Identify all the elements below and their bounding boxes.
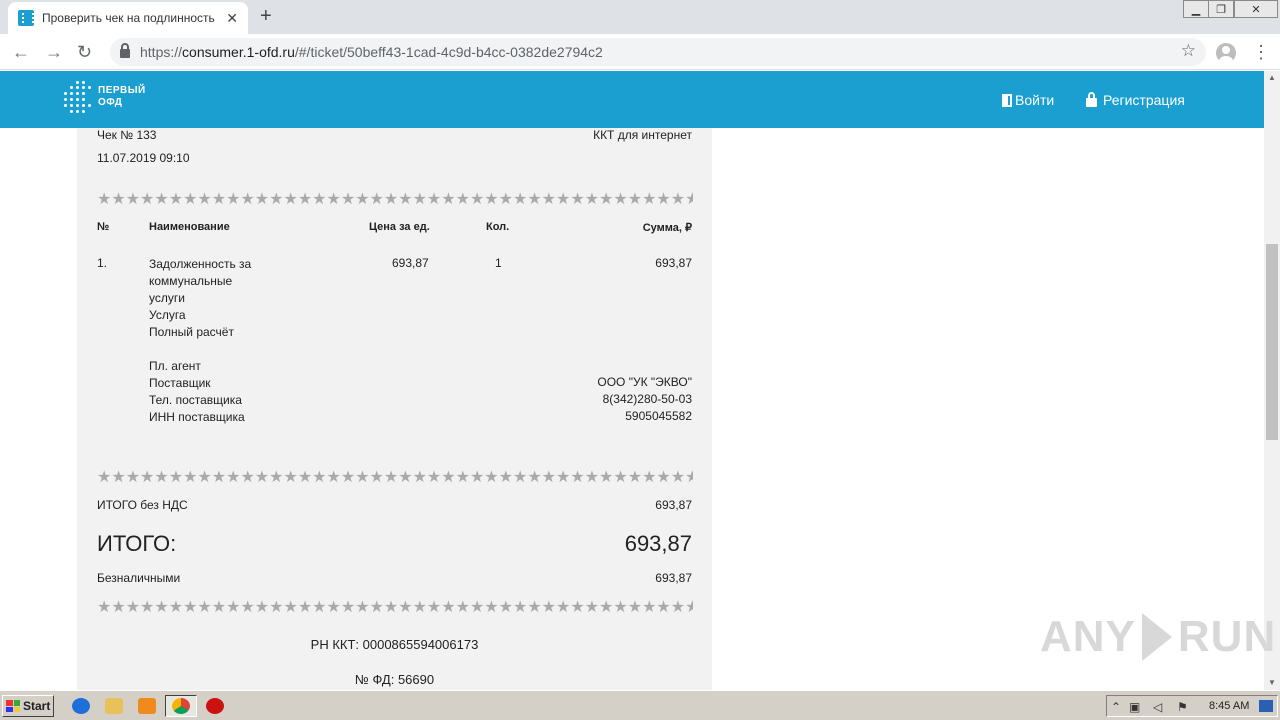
check-number: Чек № 133 <box>97 128 157 142</box>
clock[interactable]: 8:45 AM <box>1209 700 1249 712</box>
scroll-up-icon[interactable]: ▲ <box>1264 71 1280 85</box>
browser-tab[interactable]: Проверить чек на подлинность он ✕ <box>8 2 248 34</box>
site-header: ПЕРВЫЙ ОФД Войти Регистрация <box>0 71 1264 128</box>
tray-expand-icon[interactable]: ⌃ <box>1111 700 1121 714</box>
item-type: Услуга <box>149 308 186 322</box>
item-payment-method: Полный расчёт <box>149 325 234 339</box>
page-scrollbar[interactable]: ▲ ▼ <box>1264 71 1280 690</box>
separator-stars: ★★★★★★★★★★★★★★★★★★★★★★★★★★★★★★★★★★★★★★★★… <box>97 470 693 486</box>
total-value: 693,87 <box>624 531 692 556</box>
kkt-type: ККТ для интернет <box>593 128 692 142</box>
rn-kkt: РН ККТ: 0000865594006173 <box>310 637 479 652</box>
door-icon <box>1002 93 1012 107</box>
register-link[interactable]: Регистрация <box>1086 91 1185 108</box>
padlock-icon <box>1086 91 1097 107</box>
supplier-value: ООО "УК "ЭКВО" <box>597 375 692 389</box>
supplier-phone-value: 8(342)280-50-03 <box>602 392 692 406</box>
item-price: 693,87 <box>392 256 429 270</box>
total-no-vat-value: 693,87 <box>655 498 692 512</box>
site-logo[interactable]: ПЕРВЫЙ ОФД <box>62 80 146 114</box>
flag-icon[interactable]: ⚑ <box>1177 700 1188 714</box>
total-no-vat-label: ИТОГО без НДС <box>97 498 188 512</box>
url-text: https://consumer.1-ofd.ru/#/ticket/50bef… <box>140 44 603 60</box>
separator-stars: ★★★★★★★★★★★★★★★★★★★★★★★★★★★★★★★★★★★★★★★★… <box>97 192 693 208</box>
receipt: Чек № 133 ККТ для интернет 11.07.2019 09… <box>77 128 712 690</box>
agent-label: Пл. агент <box>149 359 201 373</box>
browser-tabstrip: Проверить чек на подлинность он ✕ + ▁ ❐ … <box>0 0 1280 34</box>
windows-logo-icon <box>6 700 20 712</box>
supplier-inn-value: 5905045582 <box>625 409 692 423</box>
scroll-thumb[interactable] <box>1266 244 1278 440</box>
bookmark-star-icon[interactable]: ☆ <box>1181 41 1196 61</box>
cashless-label: Безналичными <box>97 571 181 585</box>
scroll-down-icon[interactable]: ▼ <box>1264 676 1280 690</box>
minimize-window-icon[interactable]: ▁ <box>1183 0 1209 18</box>
col-header-name: Наименование <box>149 221 230 233</box>
site-favicon-icon <box>18 10 34 26</box>
item-qty: 1 <box>495 256 502 270</box>
total-label: ИТОГО: <box>97 531 177 556</box>
media-player-icon[interactable] <box>138 698 156 714</box>
play-icon <box>1141 613 1172 661</box>
reload-icon[interactable]: ↻ <box>77 42 92 62</box>
show-desktop-icon[interactable] <box>1259 700 1273 712</box>
folder-icon[interactable] <box>105 698 123 714</box>
chrome-icon <box>172 698 190 714</box>
internet-explorer-icon[interactable] <box>72 698 90 714</box>
lock-icon <box>120 43 130 58</box>
new-tab-icon[interactable]: + <box>260 5 272 28</box>
item-details: Задолженность за коммунальные услуги Усл… <box>149 256 251 426</box>
tab-close-icon[interactable]: ✕ <box>226 10 238 27</box>
col-header-qty: Кол. <box>486 221 510 233</box>
start-button[interactable]: Start <box>2 695 54 717</box>
col-header-num: № <box>97 221 110 233</box>
close-window-icon[interactable]: ✕ <box>1234 0 1278 18</box>
col-header-sum: Сумма, ₽ <box>642 222 692 234</box>
network-icon[interactable]: ▣ <box>1129 700 1140 714</box>
address-bar[interactable]: https://consumer.1-ofd.ru/#/ticket/50bef… <box>110 38 1206 66</box>
receipt-datetime: 11.07.2019 09:10 <box>97 151 190 165</box>
windows-taskbar: Start ⌃ ▣ ◁ ⚑ 8:45 AM <box>0 690 1280 720</box>
tab-title: Проверить чек на подлинность он <box>42 11 218 25</box>
anyrun-watermark: ANY RUN <box>1040 612 1277 661</box>
page-content: Чек № 133 ККТ для интернет 11.07.2019 09… <box>0 128 1264 690</box>
col-header-price: Цена за ед. <box>369 221 430 233</box>
browser-toolbar: ← → ↻ https://consumer.1-ofd.ru/#/ticket… <box>0 34 1280 70</box>
item-name-line: Задолженность за <box>149 257 252 271</box>
item-sum: 693,87 <box>655 256 692 270</box>
back-arrow-icon[interactable]: ← <box>12 42 30 62</box>
supplier-label: Поставщик <box>149 376 211 390</box>
separator-stars: ★★★★★★★★★★★★★★★★★★★★★★★★★★★★★★★★★★★★★★★★… <box>97 600 693 616</box>
logo-dots-icon <box>62 80 94 114</box>
login-link[interactable]: Войти <box>1002 92 1054 108</box>
supplier-inn-label: ИНН поставщика <box>149 410 245 424</box>
forward-arrow-icon[interactable]: → <box>45 42 63 62</box>
cashless-value: 693,87 <box>655 571 692 585</box>
browser-menu-icon[interactable]: ⋮ <box>1252 42 1270 63</box>
logo-text: ПЕРВЫЙ ОФД <box>98 85 146 108</box>
profile-avatar-icon[interactable] <box>1216 43 1236 63</box>
antivirus-icon[interactable] <box>206 698 224 714</box>
volume-icon[interactable]: ◁ <box>1153 700 1162 714</box>
restore-window-icon[interactable]: ❐ <box>1208 0 1234 18</box>
system-tray: ⌃ ▣ ◁ ⚑ 8:45 AM <box>1106 695 1278 717</box>
fd-number: № ФД: 56690 <box>354 672 435 687</box>
item-num: 1. <box>97 256 108 270</box>
item-name-line: коммунальные <box>149 274 233 288</box>
item-name-line: услуги <box>149 291 185 305</box>
supplier-phone-label: Тел. поставщика <box>149 393 242 407</box>
